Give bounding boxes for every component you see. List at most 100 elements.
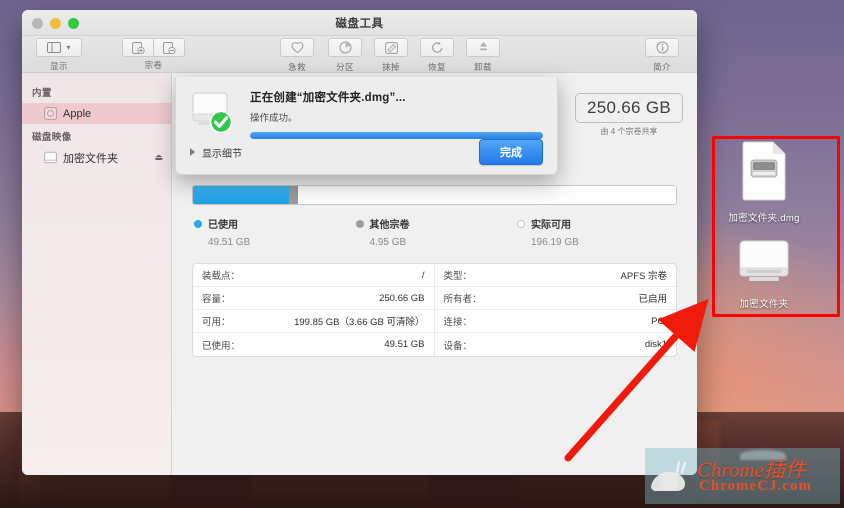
- watermark-line2: ChromeCJ.com: [699, 478, 812, 494]
- legend-dot-used: [194, 219, 202, 228]
- first-aid-button[interactable]: [280, 38, 314, 57]
- legend-label-other: 其他宗卷: [369, 220, 410, 231]
- toolbar-group-view: ▾ 显示: [36, 38, 82, 72]
- volume-group-label: 宗卷: [144, 60, 163, 70]
- storage-segment-free: [298, 186, 676, 204]
- legend-item-used: 已使用 49.51 GB: [192, 216, 354, 248]
- view-toggle-button[interactable]: ▾: [36, 38, 82, 57]
- info-value: 49.51 GB: [384, 339, 425, 350]
- first-aid-icon: [290, 42, 304, 54]
- info-button[interactable]: [645, 38, 679, 57]
- red-arrow-annotation: [564, 299, 709, 462]
- external-drive-icon: [192, 92, 233, 133]
- remove-volume-icon: [162, 41, 176, 54]
- unmount-icon: [479, 42, 487, 51]
- sidebar-header-internal: 内置: [32, 88, 52, 99]
- erase-icon: [384, 41, 398, 54]
- legend-item-other: 其他宗卷 4.95 GB: [354, 216, 516, 248]
- info-key: 可用：: [202, 317, 231, 328]
- done-button[interactable]: 完成: [479, 139, 543, 165]
- storage-bar: [192, 185, 677, 205]
- sidebar: 内置 Apple 磁盘映像 加密文件夹 ⏏: [22, 73, 172, 475]
- info-key: 设备：: [443, 340, 473, 352]
- eject-icon[interactable]: ⏏: [154, 152, 163, 163]
- legend-label-free: 实际可用: [531, 220, 571, 231]
- legend-value-free: 196.19 GB: [531, 237, 579, 248]
- info-key: 连接：: [443, 317, 473, 328]
- toolbar-group-volume: 宗卷: [122, 38, 185, 71]
- toolbar-group-restore: 恢复: [420, 38, 454, 73]
- restore-label: 恢复: [428, 62, 446, 72]
- triangle-right-icon: [190, 148, 195, 156]
- show-details-label: 显示细节: [202, 148, 242, 160]
- table-row: 可用： 199.85 GB（3.66 GB 可清除）: [193, 310, 434, 333]
- erase-label: 抹掉: [382, 61, 400, 72]
- legend-dot-other: [355, 219, 364, 228]
- info-label: 简介: [653, 62, 671, 72]
- disk-image-icon: [44, 151, 57, 164]
- snail-logo-icon: [651, 460, 687, 491]
- restore-icon: [431, 41, 442, 53]
- toolbar-group-erase: 抹掉: [374, 38, 408, 73]
- progress-bar-fill: [250, 132, 543, 139]
- legend-label-used: 已使用: [208, 220, 238, 231]
- info-column-left: 装载点： / 容量： 250.66 GB 可用： 199.85 GB（3.66 …: [193, 264, 435, 356]
- erase-button[interactable]: [374, 38, 408, 57]
- toolbar-group-partition: 分区: [328, 38, 362, 73]
- toolbar-group-unmount: 卸载: [466, 38, 500, 73]
- storage-legend: 已使用 49.51 GB 其他宗卷 4.95 GB 实际可用 196.19 GB: [192, 216, 677, 248]
- capacity-note: 由 4 个宗卷共享: [600, 127, 658, 136]
- sidebar-item-apple-label: Apple: [63, 107, 92, 120]
- sheet-subtitle: 操作成功。: [250, 113, 298, 124]
- capacity-value: 250.66 GB: [575, 93, 683, 123]
- watermark: Chrome插件 ChromeCJ.com: [645, 448, 840, 504]
- partition-label: 分区: [336, 62, 354, 72]
- add-volume-button[interactable]: [122, 38, 154, 57]
- unmount-label: 卸载: [474, 62, 492, 72]
- info-key: 容量：: [202, 294, 231, 305]
- toolbar-group-firstaid: 急救: [280, 38, 314, 73]
- sidebar-item-encrypted-folder[interactable]: 加密文件夹 ⏏: [22, 147, 171, 168]
- view-toggle-label: 显示: [50, 61, 68, 71]
- table-row: 容量： 250.66 GB: [193, 287, 434, 310]
- info-key: 类型：: [443, 271, 473, 282]
- sidebar-icon: [47, 42, 62, 53]
- info-value: 199.85 GB（3.66 GB 可清除）: [294, 317, 425, 328]
- progress-bar: [250, 132, 543, 139]
- sidebar-item-encrypted-folder-label: 加密文件夹: [63, 152, 118, 165]
- info-key: 所有者：: [443, 294, 482, 305]
- table-row: 装载点： /: [193, 264, 434, 287]
- sheet-title: 正在创建“加密文件夹.dmg”...: [250, 92, 406, 104]
- window-titlebar[interactable]: 磁盘工具: [22, 10, 697, 36]
- window-title: 磁盘工具: [335, 18, 384, 30]
- table-row: 已使用： 49.51 GB: [193, 333, 434, 356]
- partition-button[interactable]: [328, 38, 362, 57]
- unmount-button[interactable]: [466, 38, 500, 57]
- info-key: 已使用：: [202, 340, 241, 352]
- legend-value-used: 49.51 GB: [208, 237, 251, 248]
- toolbar: ▾ 显示 宗卷 急救 分区 抹掉 恢复 卸载 简介: [22, 36, 697, 73]
- sidebar-item-apple[interactable]: Apple: [22, 103, 171, 124]
- partition-icon: [339, 41, 351, 54]
- progress-sheet-dialog: 正在创建“加密文件夹.dmg”... 操作成功。 显示细节 完成: [175, 77, 558, 175]
- info-value: /: [421, 269, 425, 281]
- storage-segment-used: [193, 186, 289, 204]
- chevron-down-icon: ▾: [66, 43, 71, 52]
- add-volume-icon: [131, 41, 145, 54]
- storage-segment-other: [288, 186, 299, 204]
- storage-bar-block: 已使用 49.51 GB 其他宗卷 4.95 GB 实际可用 196.19 GB: [192, 185, 677, 248]
- toolbar-group-info: 简介: [645, 38, 679, 73]
- info-key: 装载点：: [202, 271, 241, 282]
- restore-button[interactable]: [420, 38, 454, 57]
- remove-volume-button[interactable]: [153, 38, 185, 57]
- legend-dot-free: [517, 219, 525, 228]
- sidebar-header-diskimage: 磁盘映像: [32, 132, 72, 143]
- internal-disk-icon: [44, 107, 57, 120]
- first-aid-label: 急救: [288, 62, 306, 72]
- legend-value-other: 4.95 GB: [369, 237, 407, 248]
- show-details-disclosure[interactable]: 显示细节: [190, 145, 242, 160]
- capacity-block: 250.66 GB 由 4 个宗卷共享: [575, 93, 683, 137]
- info-value: 250.66 GB: [379, 292, 425, 304]
- legend-item-free: 实际可用 196.19 GB: [515, 216, 677, 248]
- info-icon: [656, 41, 668, 54]
